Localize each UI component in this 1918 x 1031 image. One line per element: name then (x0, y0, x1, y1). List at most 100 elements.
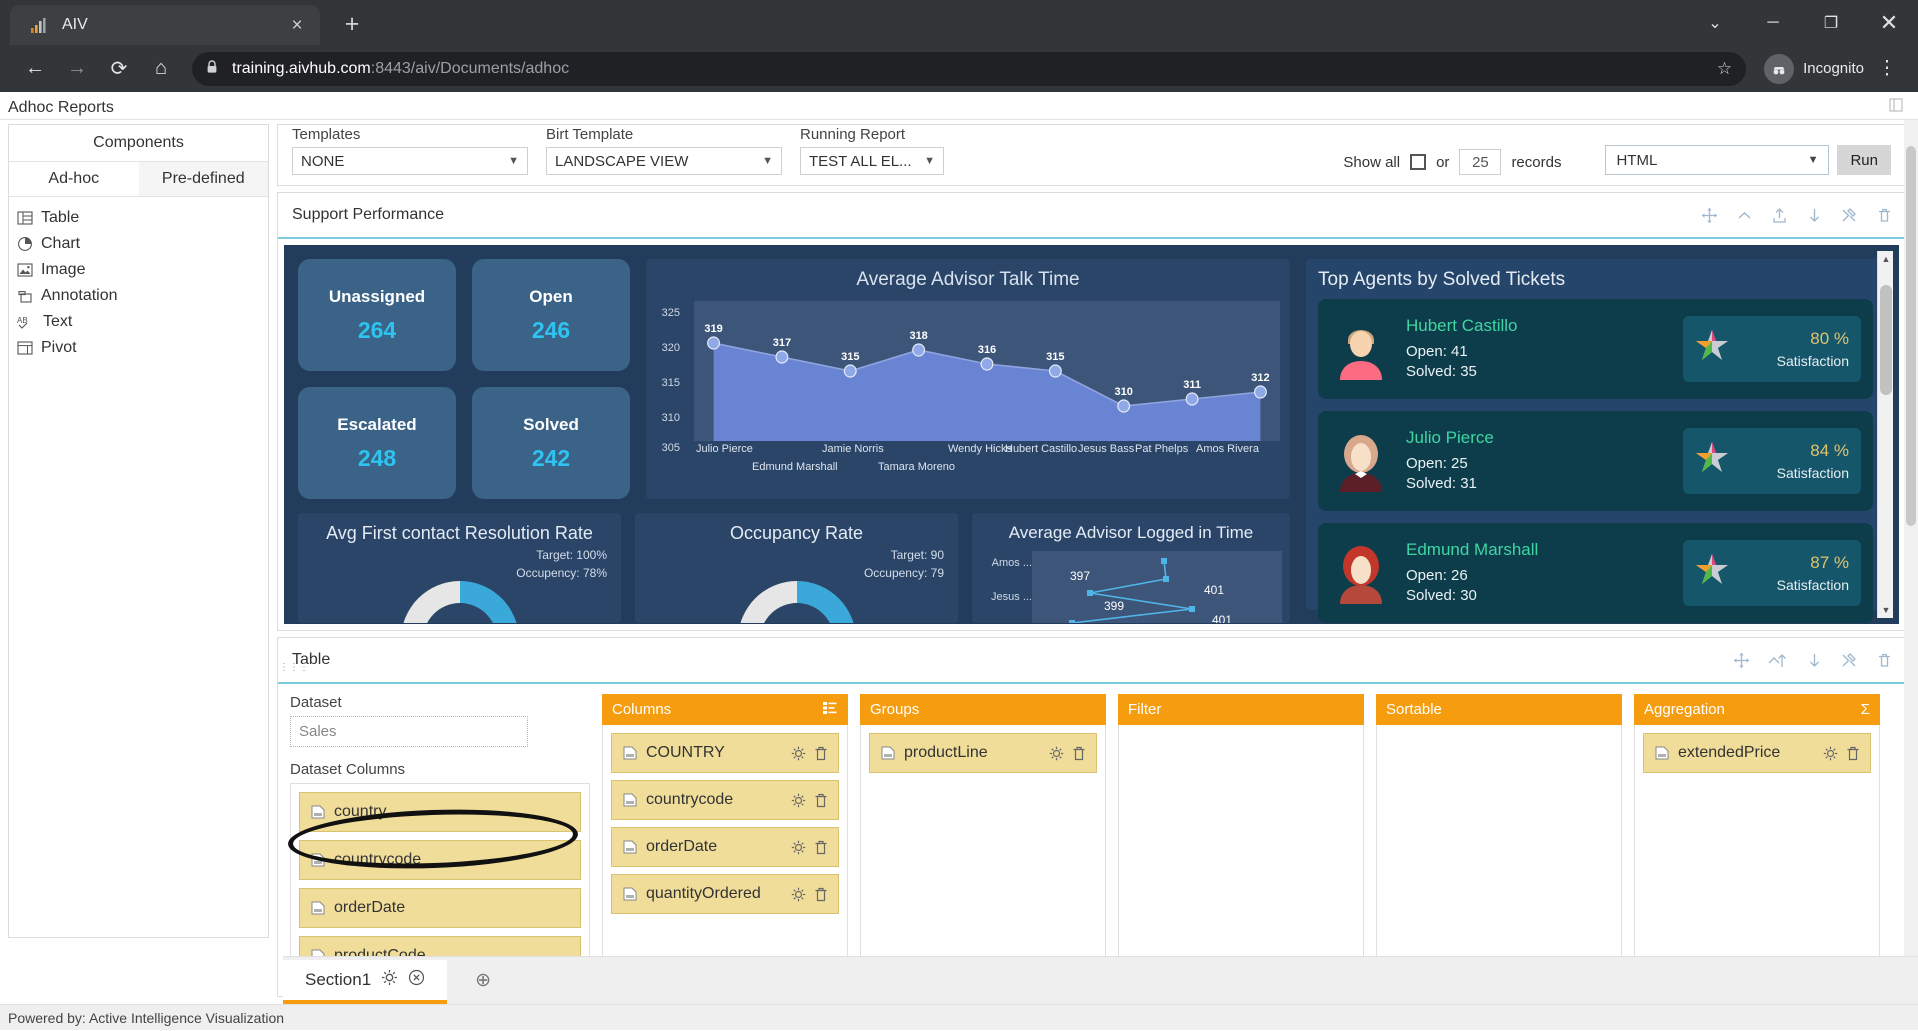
scroll-thumb[interactable] (1906, 146, 1916, 526)
scroll-down-icon[interactable]: ▼ (1878, 602, 1894, 618)
add-section-button[interactable]: ⊕ (475, 969, 491, 992)
app-footer: Powered by: Active Intelligence Visualiz… (0, 1004, 1918, 1030)
trash-icon[interactable] (814, 840, 828, 855)
y-tick: 305 (661, 442, 680, 454)
delete-icon[interactable] (1876, 652, 1893, 669)
minimize-button[interactable]: ─ (1744, 0, 1802, 45)
sidebar-item-pivot[interactable]: Pivot (17, 335, 268, 361)
bucket-chip[interactable]: extendedPrice (1643, 733, 1871, 773)
move-icon[interactable] (1733, 652, 1750, 669)
collapse-up-icon[interactable] (1768, 652, 1788, 669)
dashboard-scrollbar[interactable]: ▲ ▼ (1877, 251, 1893, 618)
kpi-value: 248 (357, 444, 397, 471)
bucket-columns: Columns COUNTRY countrycode orderDate qu… (602, 694, 848, 996)
satisfaction-box: 84 % Satisfaction (1683, 428, 1861, 494)
home-icon[interactable]: ⌂ (140, 48, 182, 90)
scroll-up-icon[interactable]: ▲ (1878, 251, 1894, 267)
book-icon[interactable] (1888, 97, 1910, 118)
output-format-select[interactable]: HTML ▼ (1605, 145, 1830, 175)
bucket-chip[interactable]: COUNTRY (611, 733, 839, 773)
trash-icon[interactable] (1072, 746, 1086, 761)
sidebar-item-chart[interactable]: Chart (17, 231, 268, 257)
bucket-chip[interactable]: countrycode (611, 780, 839, 820)
browser-menu-icon[interactable]: ⋮ (1870, 57, 1904, 80)
gear-icon[interactable] (791, 746, 806, 761)
new-tab-button[interactable]: + (334, 6, 370, 42)
close-circle-icon[interactable] (408, 969, 425, 991)
bucket-chip[interactable]: orderDate (611, 827, 839, 867)
collapse-up-icon[interactable] (1736, 207, 1753, 224)
move-down-icon[interactable] (1806, 207, 1823, 224)
tab-ad-hoc[interactable]: Ad-hoc (9, 162, 139, 196)
chevron-down-icon: ▼ (508, 155, 519, 167)
dataset-columns-list[interactable]: country countrycode orderDate (290, 783, 590, 978)
show-all-checkbox[interactable] (1410, 154, 1427, 170)
chart-y-axis: 325 320 315 310 305 (646, 307, 682, 454)
run-button[interactable]: Run (1837, 145, 1891, 175)
section-tab-section1[interactable]: Section1 (283, 960, 448, 1004)
incognito-indicator[interactable]: Incognito (1764, 53, 1864, 84)
chevron-down-icon: ▼ (762, 155, 773, 167)
bucket-chip[interactable]: productLine (869, 733, 1097, 773)
sidebar-item-image[interactable]: Image (17, 257, 268, 283)
page-scrollbar[interactable] (1904, 120, 1918, 998)
sigma-icon[interactable]: Σ (1861, 701, 1870, 718)
dataset-column-chip[interactable]: countrycode (299, 840, 581, 880)
templates-label: Templates (292, 126, 361, 143)
chevron-down-icon[interactable]: ⌄ (1686, 0, 1744, 45)
forward-icon[interactable]: → (56, 48, 98, 90)
resize-handle[interactable]: ⋮⋮⋮ (279, 663, 309, 673)
delete-icon[interactable] (1876, 207, 1893, 224)
close-icon[interactable]: × (284, 12, 310, 38)
address-bar[interactable]: training.aivhub.com :8443/aiv/Documents/… (192, 51, 1747, 86)
kpi-value: 264 (357, 316, 397, 343)
records-input[interactable]: 25 (1459, 149, 1502, 175)
dataset-input[interactable]: Sales (290, 716, 528, 747)
dataset-column-chip[interactable]: orderDate (299, 888, 581, 928)
running-select[interactable]: TEST ALL EL... ▼ (800, 147, 944, 175)
bookmark-star-icon[interactable]: ☆ (1717, 59, 1732, 79)
tab-pre-defined[interactable]: Pre-defined (138, 162, 268, 196)
maximize-button[interactable]: ❐ (1802, 0, 1860, 45)
export-up-icon[interactable] (1771, 207, 1788, 224)
sidebar-item-text[interactable]: AB Text (17, 309, 268, 335)
dashboard-canvas: Unassigned 264 Open 246 Escalated 248 So… (284, 245, 1899, 624)
gear-icon[interactable] (791, 793, 806, 808)
bucket-chip[interactable]: quantityOrdered (611, 874, 839, 914)
dataset-column-chip[interactable]: country (299, 792, 581, 832)
show-all-label: Show all (1343, 153, 1401, 171)
trash-icon[interactable] (814, 887, 828, 902)
browser-tab[interactable]: AIV × (10, 5, 320, 45)
settings-tools-icon[interactable] (1841, 652, 1858, 669)
birt-select[interactable]: LANDSCAPE VIEW ▼ (546, 147, 782, 175)
gear-icon[interactable] (1823, 746, 1838, 761)
move-down-icon[interactable] (1806, 652, 1823, 669)
trash-icon[interactable] (814, 746, 828, 761)
window-close-button[interactable]: ✕ (1860, 0, 1918, 45)
list-settings-icon[interactable] (822, 701, 838, 719)
point-label: 315 (841, 351, 860, 363)
gear-icon[interactable] (1049, 746, 1064, 761)
gear-icon[interactable] (791, 840, 806, 855)
gear-icon[interactable] (791, 887, 806, 902)
sidebar-item-annotation[interactable]: Annotation (17, 283, 268, 309)
back-icon[interactable]: ← (14, 48, 56, 90)
kpi-label: Open (529, 286, 573, 306)
scroll-thumb[interactable] (1880, 285, 1892, 395)
column-name: countrycode (334, 851, 422, 868)
output-format-value: HTML (1616, 151, 1658, 169)
bucket-title: Aggregation (1644, 701, 1725, 718)
kpi-open: Open 246 (472, 259, 630, 371)
gear-icon[interactable] (381, 969, 398, 991)
gauge-title: Occupancy Rate (729, 523, 864, 543)
chip-label: countrycode (646, 791, 734, 808)
sidebar-item-label: Text (43, 313, 73, 330)
move-icon[interactable] (1701, 207, 1718, 224)
reload-icon[interactable]: ⟳ (98, 48, 140, 90)
settings-tools-icon[interactable] (1841, 207, 1858, 224)
sidebar-item-table[interactable]: Table (17, 205, 268, 231)
templates-select[interactable]: NONE ▼ (292, 147, 528, 175)
trash-icon[interactable] (1846, 746, 1860, 761)
column-icon (622, 840, 638, 854)
trash-icon[interactable] (814, 793, 828, 808)
